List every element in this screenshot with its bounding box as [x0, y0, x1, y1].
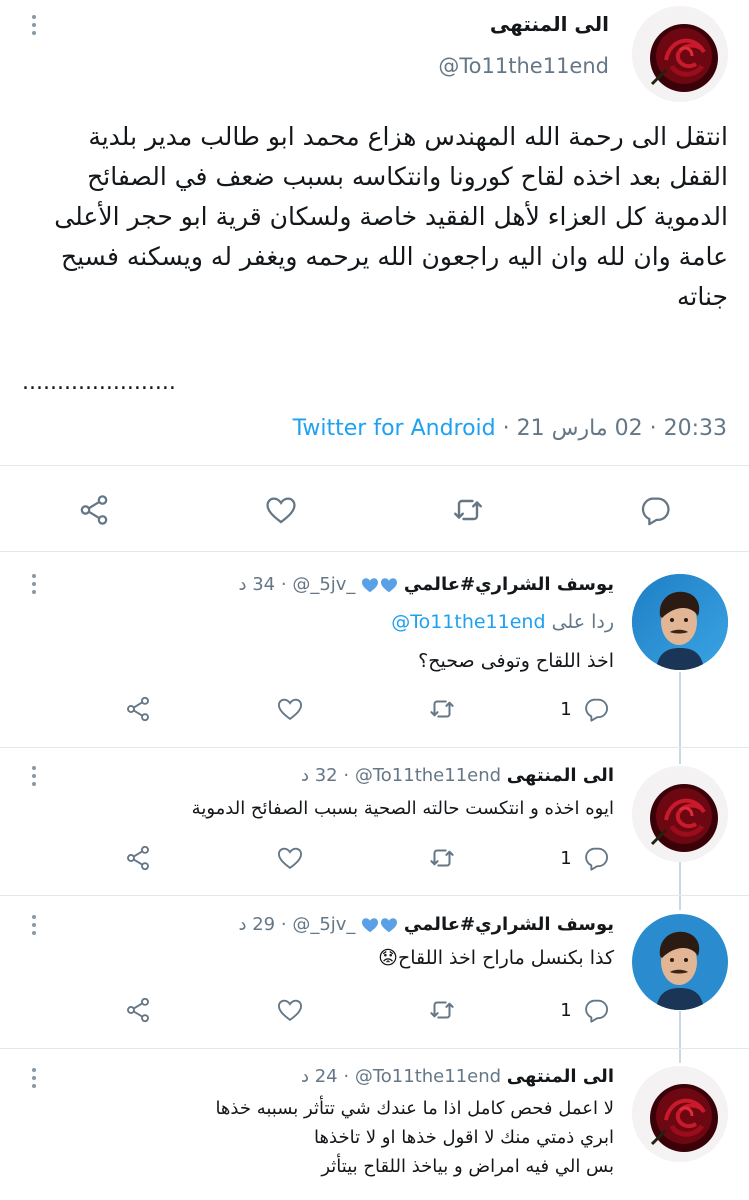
like-button[interactable] [259, 490, 303, 530]
more-icon[interactable] [31, 1068, 37, 1088]
like-icon [266, 497, 296, 524]
tweet-source[interactable]: Twitter for Android [293, 416, 496, 441]
reply-count: 1 [560, 847, 572, 869]
replying-prefix: ردا على [551, 611, 614, 633]
share-icon [127, 997, 149, 1023]
reply-icon [584, 847, 608, 871]
reply-header: يوسف الشراري#عالمي @_5jv_ · 29 د [238, 914, 614, 935]
share-button[interactable] [120, 693, 156, 725]
divider [0, 895, 749, 896]
divider [0, 465, 749, 466]
more-icon[interactable] [31, 915, 37, 935]
reply-text-line: ابري ذمتي منك لا اقول خذها او لا تاخذها [314, 1127, 614, 1148]
man-avatar [632, 914, 728, 1010]
man-avatar [632, 574, 728, 670]
reply-text-line: بس الي فيه امراض و بياخذ اللقاح بيتأثر [321, 1156, 614, 1177]
retweet-button[interactable] [446, 490, 490, 530]
author-avatar[interactable] [632, 766, 728, 862]
thread-line [679, 1011, 681, 1063]
reply-text: كذا بكنسل ماراح اخذ اللقاح😟 [378, 943, 614, 973]
blue-heart-icon [361, 917, 398, 933]
share-icon [127, 696, 149, 722]
author-handle[interactable]: @To11the11end [355, 765, 501, 786]
reply-icon [584, 698, 608, 722]
reply-header: الى المنتهى @To11the11end · 32 د [300, 765, 614, 786]
like-button[interactable] [272, 842, 308, 874]
author-name[interactable]: يوسف الشراري#عالمي [404, 914, 614, 935]
like-button[interactable] [272, 693, 308, 725]
author-handle[interactable]: @To11the11end [438, 54, 609, 78]
worried-face-icon: 😟 [378, 947, 398, 969]
reply-text: ايوه اخذه و انتكست حالته الصحية بسبب الص… [191, 798, 614, 819]
retweet-icon [430, 849, 454, 867]
more-icon[interactable] [31, 15, 37, 35]
replying-handle[interactable]: @To11the11end [391, 611, 545, 633]
time-ago: 32 د [300, 765, 338, 786]
author-handle[interactable]: @_5jv_ [292, 574, 355, 595]
share-button[interactable] [120, 842, 156, 874]
meta-separator: · [649, 416, 657, 441]
replying-to: ردا على @To11the11end [391, 611, 614, 633]
author-avatar[interactable] [632, 914, 728, 1010]
share-button[interactable] [120, 994, 156, 1026]
reply-text-line: لا اعمل فحص كامل اذا ما عندك شي تتأثر بس… [215, 1098, 614, 1119]
time-ago: 24 د [300, 1066, 338, 1087]
author-avatar[interactable] [632, 6, 728, 102]
retweet-button[interactable] [424, 842, 460, 874]
more-icon[interactable] [31, 766, 37, 786]
blue-heart-icon [361, 577, 398, 593]
share-icon [127, 845, 149, 871]
reply-count: 1 [560, 698, 572, 720]
tweet-date: 02 مارس 21 [516, 416, 643, 441]
thread-line [679, 672, 681, 764]
like-button[interactable] [272, 994, 308, 1026]
meta-separator: · [502, 416, 510, 441]
author-avatar[interactable] [632, 1066, 728, 1162]
share-button[interactable] [72, 490, 116, 530]
retweet-icon [430, 1001, 454, 1019]
divider [0, 551, 749, 552]
reply-text-body: كذا بكنسل ماراح اخذ اللقاح [397, 947, 614, 969]
share-icon [80, 495, 108, 525]
author-handle[interactable]: @To11the11end [355, 1066, 501, 1087]
more-icon[interactable] [31, 574, 37, 594]
reply-text: اخذ اللقاح وتوفى صحيح؟ [418, 650, 614, 672]
author-avatar[interactable] [632, 574, 728, 670]
reply-count: 1 [560, 999, 572, 1021]
author-name[interactable]: يوسف الشراري#عالمي [404, 574, 614, 595]
tweet-ellipsis: ...................... [22, 370, 176, 395]
author-name[interactable]: الى المنتهى [507, 765, 614, 786]
retweet-icon [430, 700, 454, 718]
reply-header: الى المنتهى @To11the11end · 24 د [300, 1066, 614, 1087]
author-name[interactable]: الى المنتهى [507, 1066, 614, 1087]
rose-avatar [632, 766, 728, 862]
like-icon [277, 999, 303, 1022]
divider [0, 747, 749, 748]
retweet-button[interactable] [424, 994, 460, 1026]
tweet-time: 20:33 [663, 416, 727, 441]
retweet-icon [454, 499, 482, 521]
reply-icon [641, 497, 670, 526]
tweet-text: انتقل الى رحمة الله المهندس هزاع محمد اب… [54, 122, 728, 311]
reply-button[interactable]: 1 [553, 842, 617, 874]
divider [0, 1048, 749, 1049]
like-icon [277, 847, 303, 870]
reply-button[interactable]: 1 [553, 693, 617, 725]
retweet-button[interactable] [424, 693, 460, 725]
author-handle[interactable]: @_5jv_ [292, 914, 355, 935]
time-ago: 29 د [238, 914, 276, 935]
reply-header: يوسف الشراري#عالمي @_5jv_ · 34 د [238, 574, 614, 595]
rose-image [632, 6, 728, 102]
like-icon [277, 698, 303, 721]
reply-icon [584, 999, 608, 1023]
author-name[interactable]: الى المنتهى [490, 12, 609, 36]
reply-text: لا اعمل فحص كامل اذا ما عندك شي تتأثر بس… [215, 1094, 614, 1181]
rose-avatar [632, 1066, 728, 1162]
reply-button[interactable]: 1 [553, 994, 617, 1026]
tweet-meta: Twitter for Android · 02 مارس 21 · 20:33 [293, 416, 727, 441]
reply-button[interactable] [633, 490, 677, 530]
time-ago: 34 د [238, 574, 276, 595]
